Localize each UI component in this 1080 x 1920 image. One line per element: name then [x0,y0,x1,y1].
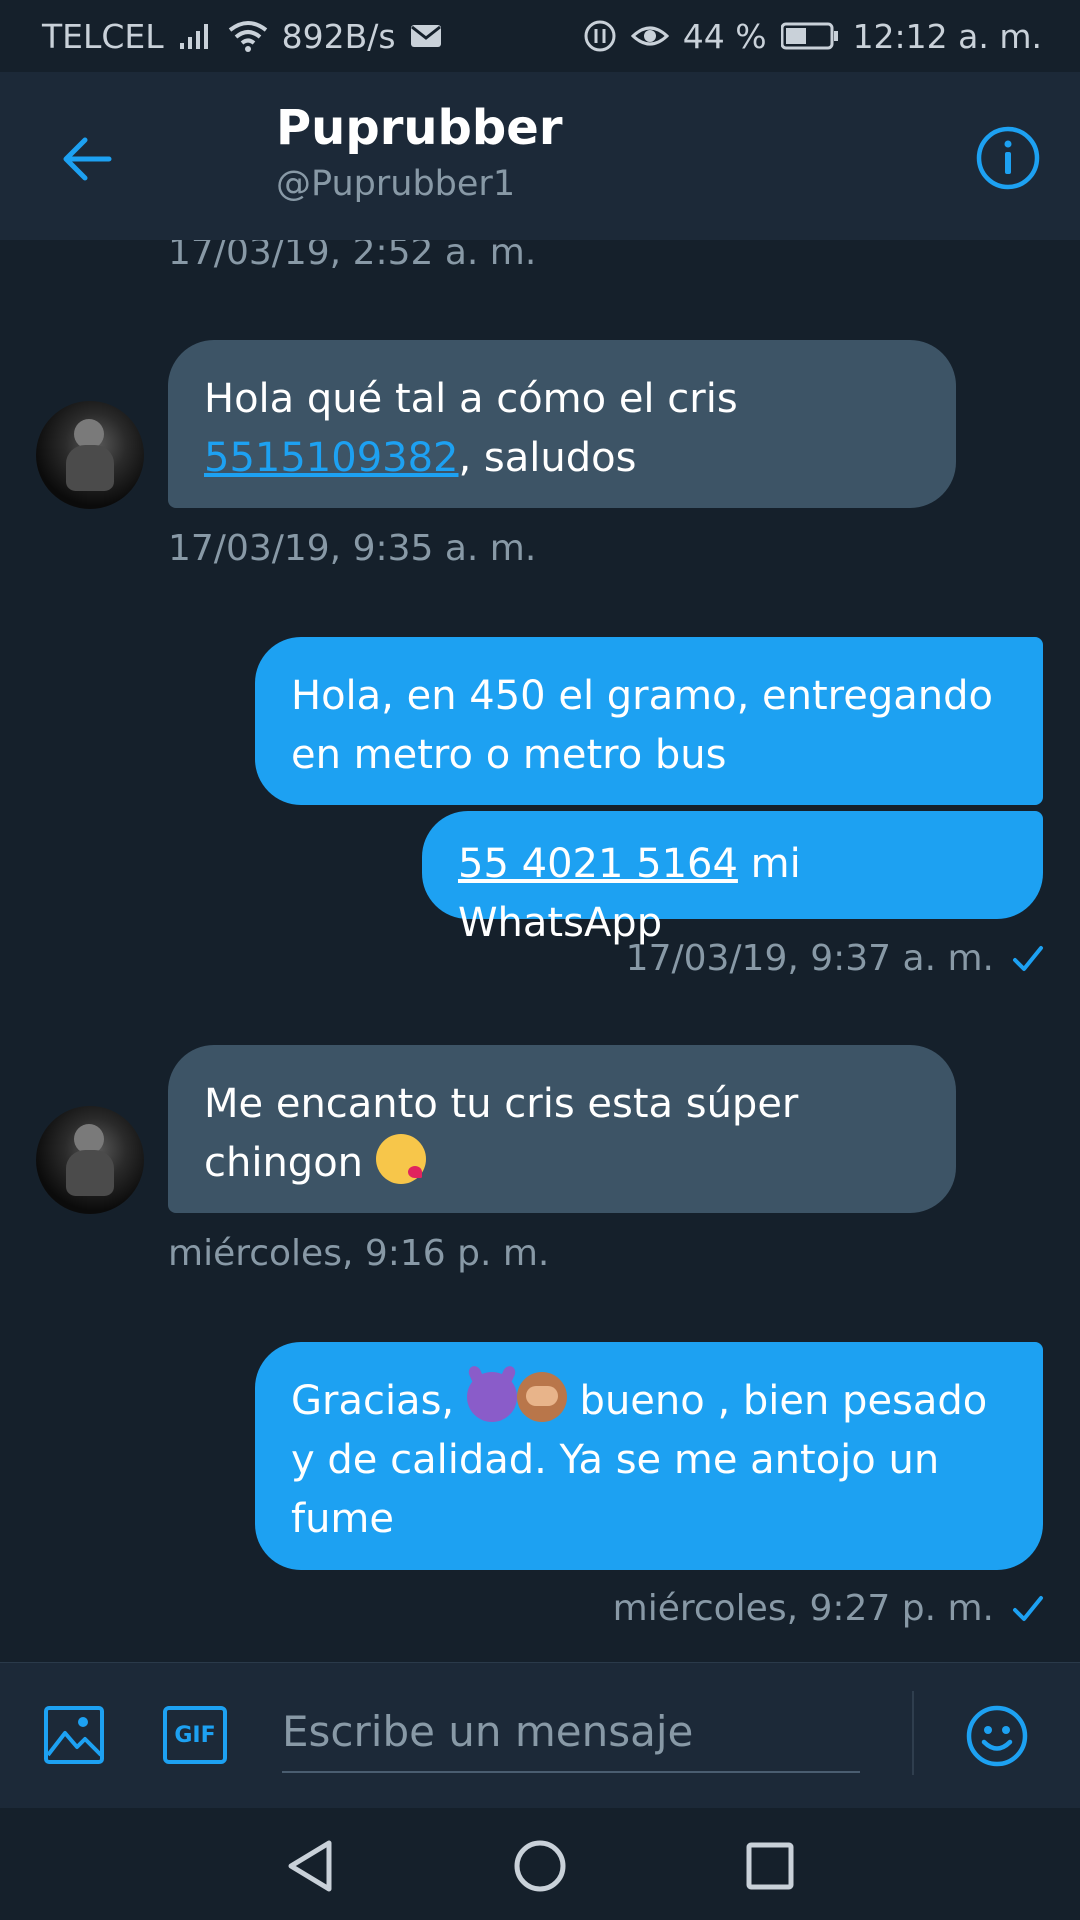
signal-icon [178,21,214,51]
see-no-evil-monkey-emoji-icon [516,1372,567,1422]
avatar[interactable] [36,1106,144,1214]
avatar[interactable] [36,401,144,509]
carrier-label: TELCEL [42,16,164,56]
message-text: Hola qué tal a cómo el cris [204,376,738,422]
status-bar: TELCEL 892B/s 44 % 12:12 a. m. [0,0,1080,72]
read-check-icon [1013,1595,1043,1621]
message-text: Hola, en 450 el gramo, entregando en met… [291,673,993,778]
data-saver-icon [583,19,617,53]
nav-recents-button[interactable] [740,1836,800,1896]
add-image-button[interactable] [42,1703,106,1767]
message-timestamp: 17/03/19, 2:52 a. m. [168,240,537,273]
kissing-face-emoji-icon [375,1134,426,1184]
message-timestamp-row: 17/03/19, 9:37 a. m. [626,938,1044,979]
message-timestamp: miércoles, 9:16 p. m. [168,1233,550,1274]
system-navigation-bar [0,1808,1080,1920]
conversation-handle[interactable]: @Puprubber1 [276,164,515,204]
gif-button[interactable]: GIF [162,1703,228,1767]
message-timestamp: 17/03/19, 9:37 a. m. [625,938,994,979]
nav-back-button[interactable] [280,1836,340,1896]
conversation-header: Puprubber @Puprubber1 [0,72,1080,240]
nav-home-button[interactable] [510,1836,570,1896]
message-text: Gracias, [291,1378,455,1424]
conversation-name[interactable]: Puprubber [276,100,563,156]
nav-recents-icon [746,1842,794,1890]
battery-percent: 44 % [682,16,767,56]
network-speed: 892B/s [281,16,396,56]
message-composer: GIF [0,1662,1080,1809]
emoji-button[interactable] [964,1703,1030,1769]
info-icon [976,126,1040,190]
nav-home-icon [514,1840,566,1892]
mail-icon [410,23,442,49]
phone-link[interactable]: 5515109382 [204,435,459,481]
message-bubble-incoming[interactable]: Hola qué tal a cómo el cris 5515109382, … [168,340,956,508]
wifi-icon [228,20,268,52]
smiling-devil-emoji-icon [466,1372,517,1422]
gif-label: GIF [174,1722,216,1748]
phone-link[interactable]: 55 4021 5164 [458,841,738,887]
message-bubble-incoming[interactable]: Me encanto tu cris esta súper chingon [168,1045,956,1213]
info-button[interactable] [972,122,1044,194]
message-timestamp: miércoles, 9:27 p. m. [612,1588,994,1629]
message-text: Me encanto tu cris esta súper chingon [204,1081,799,1186]
image-icon [44,1706,104,1764]
clock: 12:12 a. m. [852,16,1042,56]
message-input[interactable] [282,1691,860,1773]
message-bubble-outgoing[interactable]: Hola, en 450 el gramo, entregando en met… [255,637,1043,805]
message-list[interactable]: 17/03/19, 2:52 a. m. Hola qué tal a cómo… [0,240,1080,1662]
message-bubble-outgoing[interactable]: 55 4021 5164 mi WhatsApp [422,811,1043,946]
eye-comfort-icon [630,22,669,50]
message-bubble-outgoing[interactable]: Gracias, bueno , bien pesado y de calida… [255,1342,1043,1570]
back-button[interactable] [52,124,122,194]
composer-divider [912,1691,914,1775]
back-arrow-icon [63,137,112,181]
message-timestamp: 17/03/19, 9:35 a. m. [168,528,537,569]
read-check-icon [1013,945,1043,971]
battery-icon [780,22,839,50]
message-text: , saludos [458,435,637,481]
message-timestamp-row: miércoles, 9:27 p. m. [613,1588,1044,1629]
emoji-icon [966,1705,1028,1767]
nav-back-icon [288,1840,332,1892]
